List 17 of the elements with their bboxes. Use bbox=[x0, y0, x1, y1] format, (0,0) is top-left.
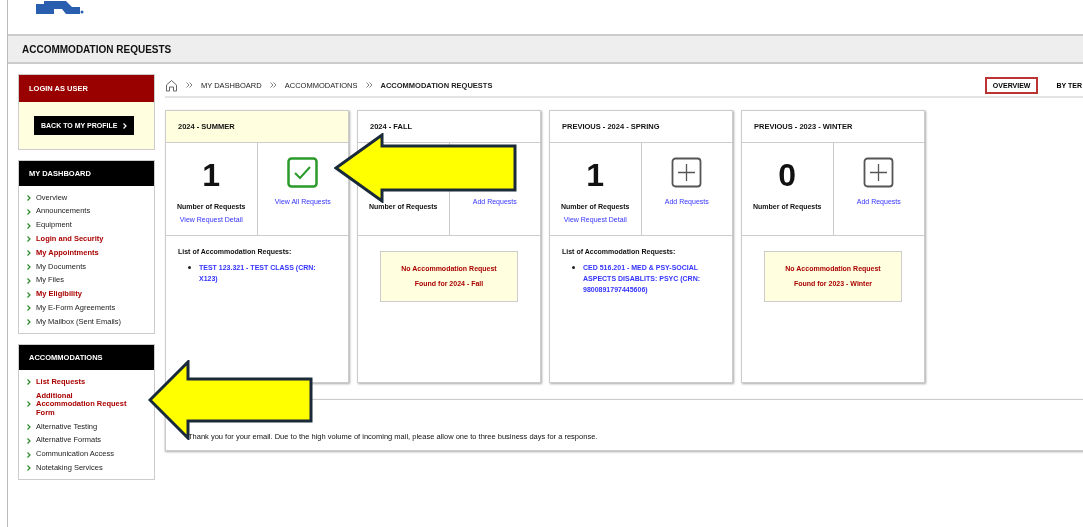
request-count: 1 bbox=[202, 157, 221, 193]
chevron-icon bbox=[27, 401, 31, 408]
double-chevron-icon bbox=[269, 82, 277, 88]
request-count: 0 bbox=[778, 157, 797, 193]
page-title: ACCOMMODATION REQUESTS bbox=[22, 43, 172, 55]
logo-icon bbox=[34, 0, 84, 14]
chevron-icon bbox=[123, 122, 128, 129]
plus-icon[interactable] bbox=[863, 157, 895, 188]
double-chevron-icon bbox=[365, 82, 373, 88]
request-count: 1 bbox=[586, 157, 605, 193]
home-icon[interactable] bbox=[165, 78, 178, 92]
bullet-icon bbox=[188, 266, 191, 269]
chevron-icon bbox=[27, 379, 31, 386]
plus-icon[interactable] bbox=[671, 157, 703, 188]
checkmark-icon[interactable] bbox=[287, 157, 319, 188]
double-chevron-icon bbox=[186, 82, 193, 88]
bullet-icon bbox=[572, 266, 575, 269]
